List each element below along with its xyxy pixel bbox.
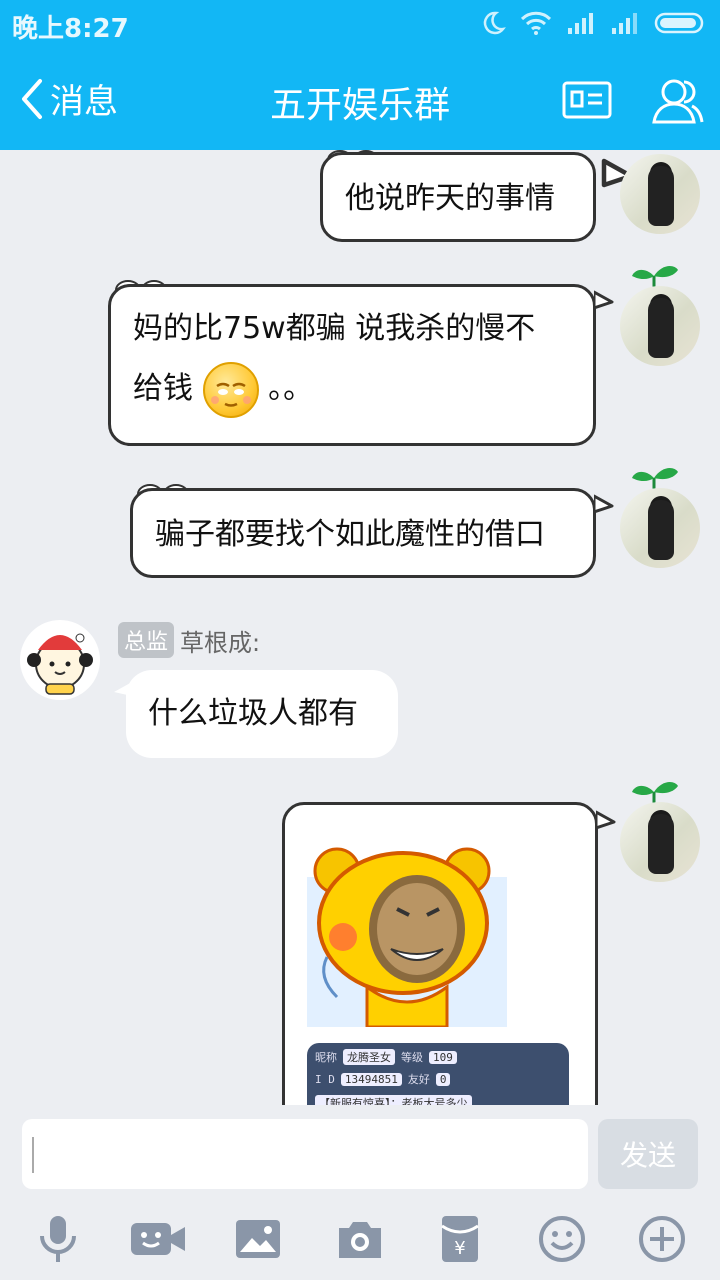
message-text: 。。 (268, 371, 314, 406)
moon-icon (483, 11, 506, 35)
battery-icon (654, 12, 704, 34)
wifi-icon (520, 11, 552, 35)
image-icon[interactable] (228, 1209, 288, 1269)
people-icon (652, 79, 704, 124)
game-screenshot-image: 昵称 龙腾圣女 等级 109 I D 13494851 友好 0 【新服有惊喜】… (307, 1043, 569, 1105)
my-avatar[interactable] (620, 802, 700, 882)
screenshot-label: 等级 (401, 1051, 423, 1064)
status-bar: 晚上8:27 (0, 0, 720, 50)
message-text: 他说昨天的事情 (345, 181, 555, 216)
message-text: 妈的比75w都骗 说我杀的慢不 (133, 311, 536, 346)
status-icons (480, 10, 708, 36)
message-bubble[interactable]: 妈的比75w都骗 说我杀的慢不 给钱 。。 (108, 284, 596, 446)
microphone-icon[interactable] (28, 1209, 88, 1269)
screenshot-label: I D (315, 1072, 335, 1086)
my-avatar[interactable] (620, 154, 700, 234)
my-avatar[interactable] (620, 488, 700, 568)
sender-line: 总监 草根成: (118, 622, 260, 658)
screenshot-text: 【新服有惊喜】：老板大号多少 (315, 1095, 472, 1105)
smiley-icon[interactable] (532, 1209, 592, 1269)
message-bubble[interactable]: 什么垃圾人都有 (126, 670, 398, 758)
image-message-bubble[interactable]: 昵称 龙腾圣女 等级 109 I D 13494851 友好 0 【新服有惊喜】… (282, 802, 598, 1105)
send-button[interactable]: 发送 (598, 1119, 698, 1189)
screenshot-value: 龙腾圣女 (343, 1049, 395, 1065)
camera-icon[interactable] (330, 1209, 390, 1269)
screenshot-label: 昵称 (315, 1051, 337, 1064)
message-input[interactable] (22, 1119, 588, 1189)
input-bar: 发送 ¥ (0, 1105, 720, 1280)
message-text: 什么垃圾人都有 (148, 696, 358, 731)
group-members-button[interactable] (648, 72, 706, 130)
sender-avatar[interactable] (20, 620, 100, 700)
message-bubble[interactable]: 骗子都要找个如此魔性的借口 (130, 488, 596, 578)
bubble-tail (596, 810, 616, 830)
nav-bar: 消息 五开娱乐群 (0, 50, 720, 150)
id-card-icon (562, 81, 612, 119)
group-card-button[interactable] (562, 80, 612, 120)
text-caret (32, 1137, 34, 1173)
page-title: 五开娱乐群 (269, 85, 450, 126)
chat-area[interactable]: 他说昨天的事情 妈的比75w都骗 说我杀的慢不 给钱 。。 骗子都要找个如此魔性… (0, 150, 720, 1105)
message-text: 给钱 (133, 371, 193, 406)
sleepy-face-emoji-icon (202, 361, 259, 418)
role-badge: 总监 (118, 622, 175, 658)
my-avatar[interactable] (620, 286, 700, 366)
screenshot-value: 13494851 (340, 1072, 402, 1086)
header: 晚上8:27 消息 五开娱乐群 (0, 0, 720, 150)
sender-name[interactable]: 草根成: (180, 623, 260, 658)
signal-icon-2 (612, 13, 637, 34)
bubble-tail (594, 290, 614, 310)
screenshot-value: 109 (429, 1050, 457, 1064)
crying-laughing-meme-image (307, 847, 507, 1027)
signal-icon (568, 13, 593, 34)
red-packet-icon[interactable]: ¥ (430, 1209, 490, 1269)
toolbar: ¥ (0, 1209, 720, 1269)
message-text: 骗子都要找个如此魔性的借口 (155, 517, 545, 552)
message-text-line2: 给钱 。。 (133, 359, 571, 419)
svg-text:¥: ¥ (454, 1238, 465, 1259)
video-call-icon[interactable] (128, 1209, 188, 1269)
plus-icon[interactable] (632, 1209, 692, 1269)
bubble-tail (594, 494, 614, 514)
message-bubble[interactable]: 他说昨天的事情 (320, 152, 596, 242)
screenshot-value: 0 (435, 1072, 451, 1086)
status-time: 晚上8:27 (12, 14, 129, 44)
screenshot-label: 友好 (407, 1073, 430, 1086)
